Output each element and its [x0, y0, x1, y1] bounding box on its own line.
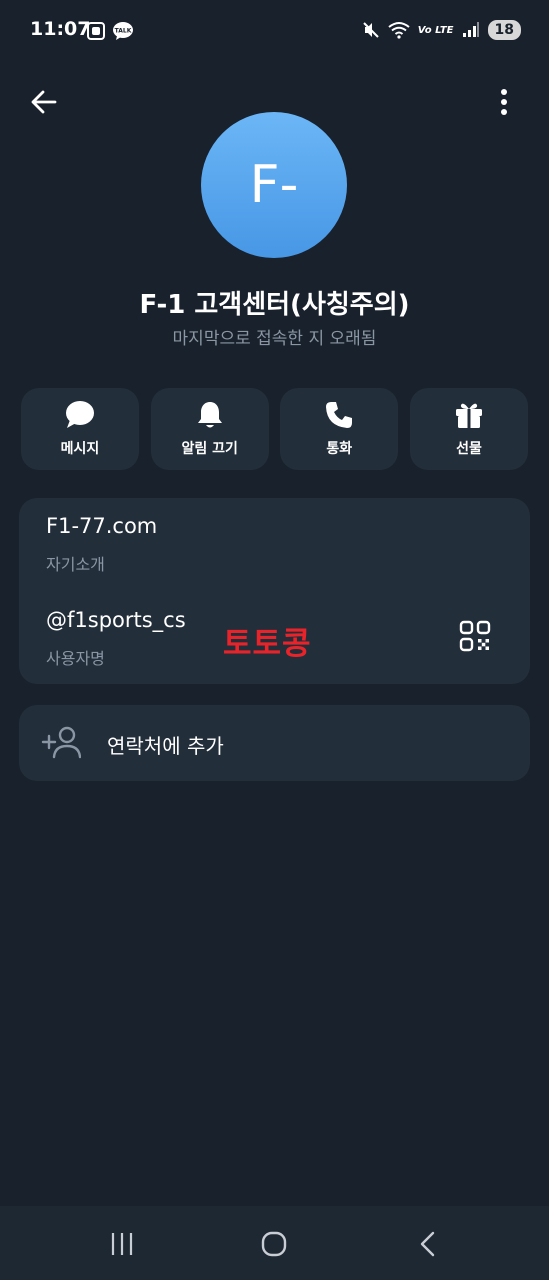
action-buttons-row: 메시지 알림 끄기 통화 선물 [21, 388, 528, 470]
status-left-icons: TALK [86, 21, 134, 41]
message-button[interactable]: 메시지 [21, 388, 139, 470]
qr-code-icon [459, 620, 491, 652]
username-value[interactable]: @f1sports_cs [46, 608, 186, 632]
status-right-icons: Vo LTE 18 [362, 20, 521, 40]
chevron-left-icon [420, 1231, 435, 1257]
back-button[interactable] [24, 82, 64, 122]
status-time: 11:07 [30, 18, 91, 40]
gift-button[interactable]: 선물 [409, 388, 528, 470]
watermark-text: 토토콩 [223, 626, 312, 662]
info-card: F1-77.com 자기소개 @f1sports_cs 사용자명 토토콩 [19, 498, 530, 684]
chat-bubble-icon [66, 401, 94, 428]
message-button-label: 메시지 [60, 441, 100, 457]
signal-icon [462, 22, 479, 37]
system-back-button[interactable] [410, 1226, 446, 1262]
qr-code-button[interactable] [455, 616, 495, 656]
home-button[interactable] [256, 1226, 292, 1262]
avatar-initials: F- [249, 155, 299, 215]
recent-apps-button[interactable] [104, 1226, 140, 1262]
more-options-button[interactable] [486, 82, 522, 122]
call-button[interactable]: 통화 [280, 388, 399, 470]
recents-icon [111, 1233, 133, 1255]
last-seen-status: 마지막으로 접속한 지 오래됨 [172, 329, 377, 349]
talk-badge-label: TALK [115, 28, 132, 35]
more-vertical-icon [501, 89, 507, 115]
kakaotalk-icon: TALK [113, 22, 133, 40]
bio-value[interactable]: F1-77.com [46, 514, 157, 538]
mute-icon [363, 22, 379, 38]
gift-button-label: 선물 [456, 441, 482, 457]
add-contact-button[interactable]: 연락처에 추가 [19, 705, 530, 781]
add-person-icon [41, 726, 81, 759]
network-label: Vo LTE [417, 24, 454, 36]
mute-notifications-button[interactable]: 알림 끄기 [150, 388, 269, 470]
gift-icon [455, 403, 482, 428]
bio-label: 자기소개 [46, 555, 105, 574]
bell-icon [197, 402, 222, 428]
call-button-label: 통화 [326, 441, 353, 457]
battery-badge: 18 [487, 20, 521, 40]
add-contact-label: 연락처에 추가 [107, 734, 224, 758]
wifi-icon [388, 22, 410, 39]
arrow-left-icon [31, 90, 57, 114]
phone-icon [326, 402, 353, 428]
mute-notifications-label: 알림 끄기 [181, 441, 238, 457]
avatar[interactable]: F- [201, 112, 347, 258]
home-icon [261, 1231, 287, 1257]
username-label: 사용자명 [46, 649, 105, 668]
screenshot-icon [87, 22, 105, 40]
profile-name: F-1 고객센터(사칭주의) [139, 290, 410, 320]
